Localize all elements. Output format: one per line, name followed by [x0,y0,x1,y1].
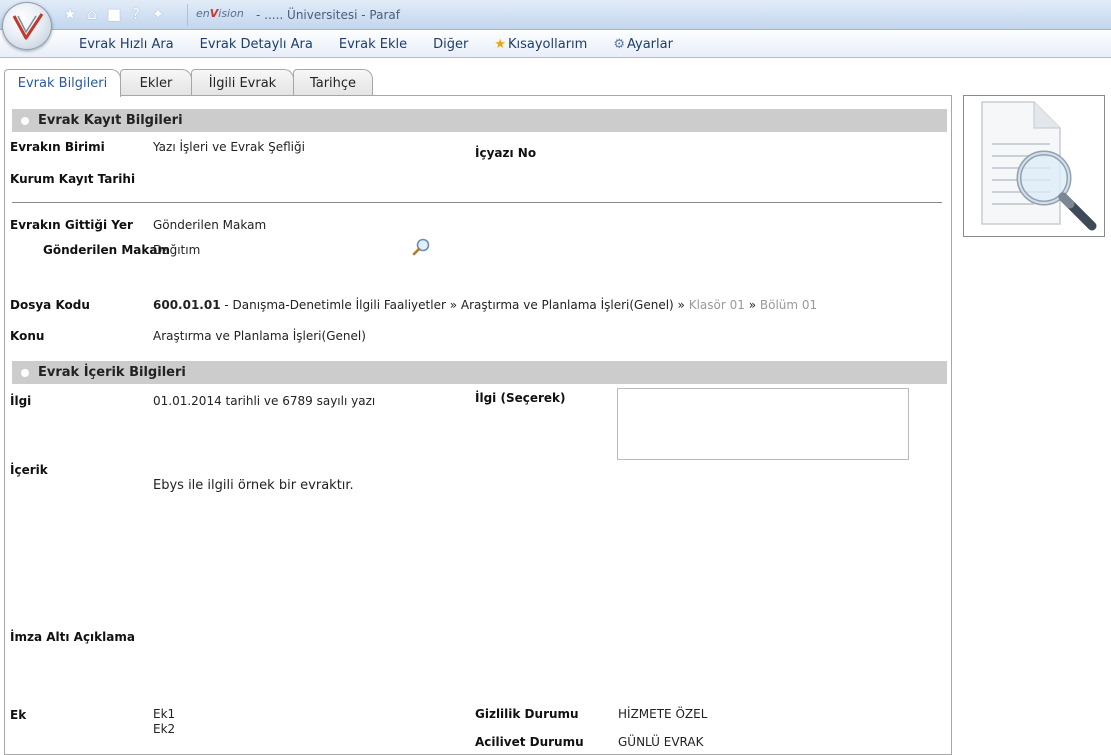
value-icerik: Ebys ile ilgili örnek bir evraktır. [153,478,354,493]
dosya-path: - Danışma-Denetimle İlgili Faaliyetler »… [220,298,689,312]
dosya-bolum: Bölüm 01 [759,298,818,312]
section-title: Evrak Kayıt Bilgileri [38,113,183,128]
label-gizlilik-durumu: Gizlilik Durumu [475,707,579,721]
label-kurum-kayit-tarihi: Kurum Kayıt Tarihi [10,172,136,186]
lock-icon[interactable]: ■ [106,6,122,22]
label-gonderilen-makam: Gönderilen Makam [43,243,170,257]
label-imza-alti-aciklama: İmza Altı Açıklama [10,630,135,644]
value-gizlilik-durumu: HİZMETE ÖZEL [618,707,708,721]
star-icon: ★ [494,37,506,52]
value-evrak-gittigi-yer: Gönderilen Makam [153,218,267,232]
app-menu-button[interactable] [2,2,52,50]
document-preview-icon [981,101,1097,231]
label-evrak-gittigi-yer: Evrakın Gittiği Yer [10,218,133,232]
bullet-icon [21,369,29,377]
menu-kisayollarim-label: Kısayollarım [507,37,588,52]
value-ilgi: 01.01.2014 tarihli ve 6789 sayılı yazı [153,394,376,408]
menu-evrak-detayli-ara[interactable]: Evrak Detaylı Ara [200,37,313,52]
tab-ekler[interactable]: Ekler [120,69,192,96]
value-evrak-birimi: Yazı İşleri ve Evrak Şefliği [153,140,305,154]
quick-access-toolbar: ★ ⌂ ■ ? ✦ [62,6,166,22]
menu-ayarlar[interactable]: ⚙ Ayarlar [613,37,673,52]
section-header-icerik: Evrak İçerik Bilgileri [12,361,947,384]
tab-tarihce[interactable]: Tarihçe [293,69,373,96]
menu-kisayollarim[interactable]: ★ Kısayollarım [494,37,587,52]
label-icerik: İçerik [10,463,48,477]
value-gonderilen-makam: Dağıtım [153,243,201,257]
value-ek-1: Ek1 [153,707,176,721]
label-ek: Ek [10,708,27,722]
pin-icon[interactable]: ✦ [150,6,166,22]
brand-logo: enVision [196,7,244,20]
tab-ilgili-evrak[interactable]: İlgili Evrak [191,69,294,96]
menu-diger[interactable]: Diğer [433,37,468,52]
menu-evrak-ekle[interactable]: Evrak Ekle [339,37,407,52]
section-title: Evrak İçerik Bilgileri [38,365,186,380]
label-ilgi: İlgi [10,394,32,408]
document-preview-button[interactable] [963,95,1105,237]
bullet-icon [21,117,29,125]
value-dosya-kodu: 600.01.01 - Danışma-Denetimle İlgili Faa… [153,298,817,312]
ilgi-secerek-list[interactable] [617,388,909,460]
section-header-kayit: Evrak Kayıt Bilgileri [12,109,947,132]
document-details-panel: Evrak Kayıt Bilgileri Evrakın Birimi Yaz… [4,95,952,755]
help-icon[interactable]: ? [128,6,144,22]
title-bar: ★ ⌂ ■ ? ✦ enVision - ..... Üniversitesi … [0,0,1111,30]
star-icon[interactable]: ★ [62,6,78,22]
label-ilgi-secerek: İlgi (Seçerek) [475,391,566,405]
label-acilivet-durumu: Acilivet Durumu [475,735,584,749]
dosya-separator: » [744,298,760,312]
menu-ayarlar-label: Ayarlar [626,37,673,52]
menu-evrak-hizli-ara[interactable]: Evrak Hızlı Ara [79,37,174,52]
value-acilivet-durumu: GÜNLÜ EVRAK [618,735,704,749]
value-ek-2: Ek2 [153,722,176,736]
home-icon[interactable]: ⌂ [84,6,100,22]
tab-evrak-bilgileri[interactable]: Evrak Bilgileri [4,69,121,97]
app-logo-icon [12,13,44,40]
dosya-klasor: Klasör 01 [688,298,745,312]
label-icyazi-no: İçyazı No [475,146,537,160]
label-evrak-birimi: Evrakın Birimi [10,140,105,154]
window-title: - ..... Üniversitesi - Paraf [256,8,400,22]
dosya-code: 600.01.01 [153,298,221,312]
label-konu: Konu [10,329,45,343]
divider [12,202,942,203]
title-separator [178,4,188,26]
value-konu: Araştırma ve Planlama İşleri(Genel) [153,329,366,343]
label-dosya-kodu: Dosya Kodu [10,298,90,312]
main-menu: Evrak Hızlı Ara Evrak Detaylı Ara Evrak … [79,37,699,52]
settings-icon: ⚙ [613,37,625,52]
search-icon[interactable] [411,237,431,257]
